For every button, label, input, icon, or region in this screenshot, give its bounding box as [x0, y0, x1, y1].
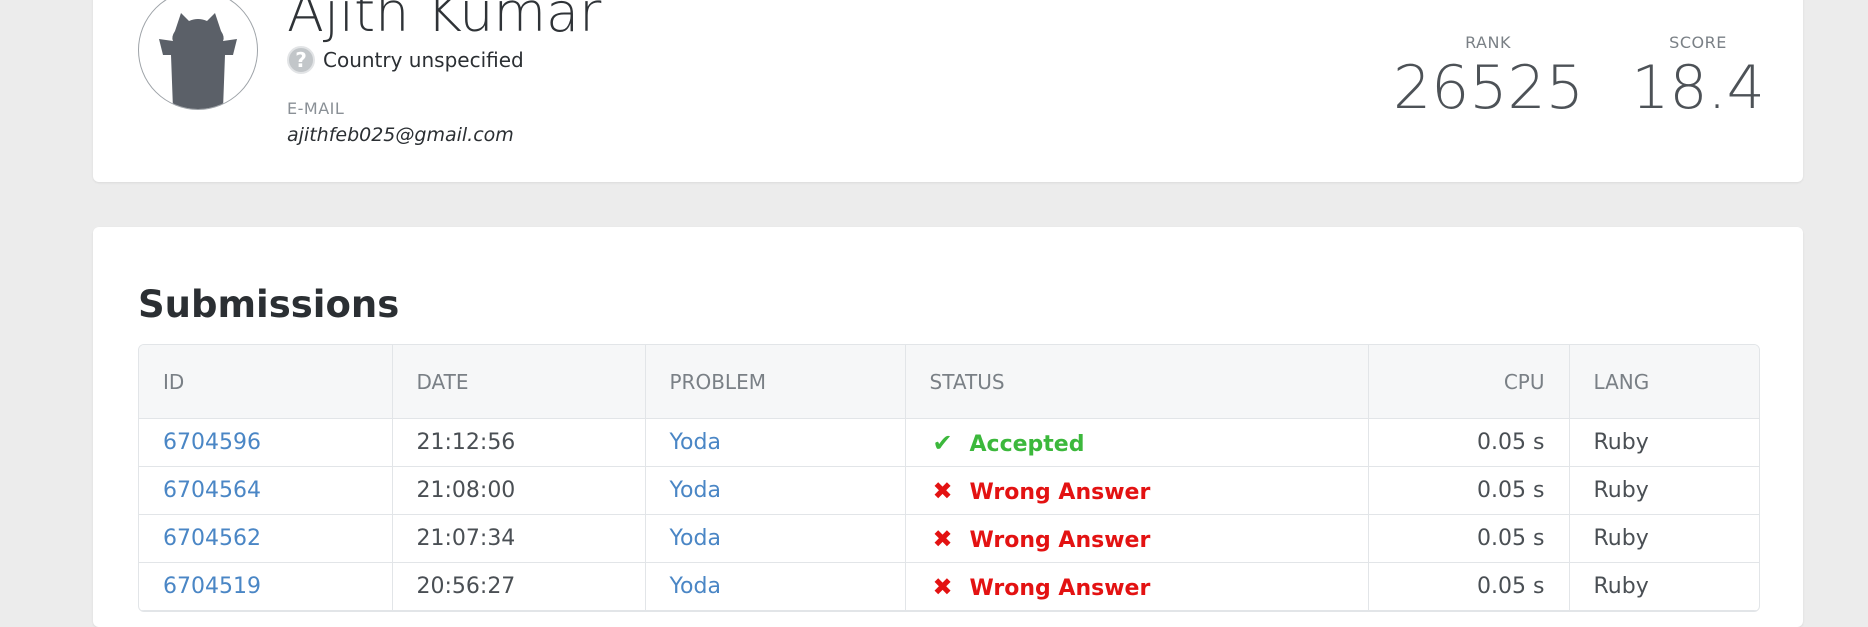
table-row: 6704596 21:12:56 Yoda ✔ Accepted 0.05 s R…: [139, 418, 1759, 467]
status-text: Wrong Answer: [969, 479, 1151, 505]
submissions-table-wrapper: ID DATE PROBLEM STATUS CPU LANG 6704596 …: [138, 344, 1760, 612]
submission-id-link[interactable]: 6704562: [139, 514, 393, 563]
language: Ruby: [1569, 562, 1759, 611]
submission-id[interactable]: 6704562: [163, 526, 261, 551]
submission-id[interactable]: 6704596: [163, 430, 261, 455]
language: Ruby: [1569, 418, 1759, 467]
rank-stat: RANK 26525: [1393, 33, 1584, 123]
problem-link[interactable]: Yoda: [670, 430, 721, 455]
column-header-problem[interactable]: PROBLEM: [645, 345, 906, 419]
score-value: 18.4: [1631, 53, 1765, 123]
check-icon: ✔: [932, 428, 953, 457]
country-text: Country unspecified: [323, 48, 524, 72]
cpu-time: 0.05 s: [1368, 466, 1570, 515]
rank-label: RANK: [1465, 33, 1511, 52]
cross-icon: ✖: [932, 572, 953, 601]
column-header-lang[interactable]: LANG: [1569, 345, 1759, 419]
problem-link-cell[interactable]: Yoda: [645, 562, 906, 611]
cross-icon: ✖: [932, 476, 953, 505]
table-row: 6704562 21:07:34 Yoda ✖ Wrong Answer 0.05…: [139, 514, 1759, 563]
problem-link-cell[interactable]: Yoda: [645, 466, 906, 515]
cross-icon: ✖: [932, 524, 953, 553]
email-label: E-MAIL: [287, 99, 345, 118]
submission-date: 20:56:27: [392, 562, 646, 611]
status-cell: ✖ Wrong Answer: [905, 562, 1369, 611]
user-name: Ajith Kumar: [287, 0, 602, 44]
status-text: Wrong Answer: [969, 575, 1151, 601]
section-title: Submissions: [138, 283, 400, 326]
cpu-time: 0.05 s: [1368, 514, 1570, 563]
problem-link[interactable]: Yoda: [670, 526, 721, 551]
problem-link-cell[interactable]: Yoda: [645, 418, 906, 467]
status-cell: ✖ Wrong Answer: [905, 466, 1369, 515]
status-cell: ✔ Accepted: [905, 418, 1369, 467]
problem-link[interactable]: Yoda: [670, 478, 721, 503]
table-row: 6704564 21:08:00 Yoda ✖ Wrong Answer 0.05…: [139, 466, 1759, 515]
language: Ruby: [1569, 466, 1759, 515]
problem-link-cell[interactable]: Yoda: [645, 514, 906, 563]
score-label: SCORE: [1669, 33, 1727, 52]
submissions-table: ID DATE PROBLEM STATUS CPU LANG 6704596 …: [139, 345, 1759, 611]
avatar-silhouette-icon: [159, 13, 237, 109]
submission-date: 21:08:00: [392, 466, 646, 515]
avatar: [138, 0, 258, 110]
profile-card: Ajith Kumar ? Country unspecified E-MAIL…: [93, 0, 1803, 182]
question-mark-icon: ?: [287, 46, 315, 74]
language: Ruby: [1569, 514, 1759, 563]
submission-id[interactable]: 6704519: [163, 574, 261, 599]
cpu-time: 0.05 s: [1368, 418, 1570, 467]
problem-link[interactable]: Yoda: [670, 574, 721, 599]
table-header-row: ID DATE PROBLEM STATUS CPU LANG: [139, 345, 1759, 419]
status-cell: ✖ Wrong Answer: [905, 514, 1369, 563]
score-stat: SCORE 18.4: [1623, 33, 1773, 118]
country-row: ? Country unspecified: [287, 45, 524, 75]
submission-id-link[interactable]: 6704564: [139, 466, 393, 515]
column-header-cpu[interactable]: CPU: [1368, 345, 1570, 419]
column-header-status[interactable]: STATUS: [905, 345, 1369, 419]
table-row: 6704519 20:56:27 Yoda ✖ Wrong Answer 0.05…: [139, 562, 1759, 611]
status-text: Accepted: [969, 431, 1085, 457]
submission-id[interactable]: 6704564: [163, 478, 261, 503]
column-header-date[interactable]: DATE: [392, 345, 646, 419]
submission-date: 21:07:34: [392, 514, 646, 563]
submissions-card: Submissions ID DATE PROBLEM STATUS CPU L…: [93, 227, 1803, 627]
status-text: Wrong Answer: [969, 527, 1151, 553]
email-value: ajithfeb025@gmail.com: [287, 124, 514, 146]
submission-id-link[interactable]: 6704519: [139, 562, 393, 611]
column-header-id[interactable]: ID: [139, 345, 393, 419]
rank-value: 26525: [1393, 53, 1584, 123]
submission-id-link[interactable]: 6704596: [139, 418, 393, 467]
submission-date: 21:12:56: [392, 418, 646, 467]
cpu-time: 0.05 s: [1368, 562, 1570, 611]
